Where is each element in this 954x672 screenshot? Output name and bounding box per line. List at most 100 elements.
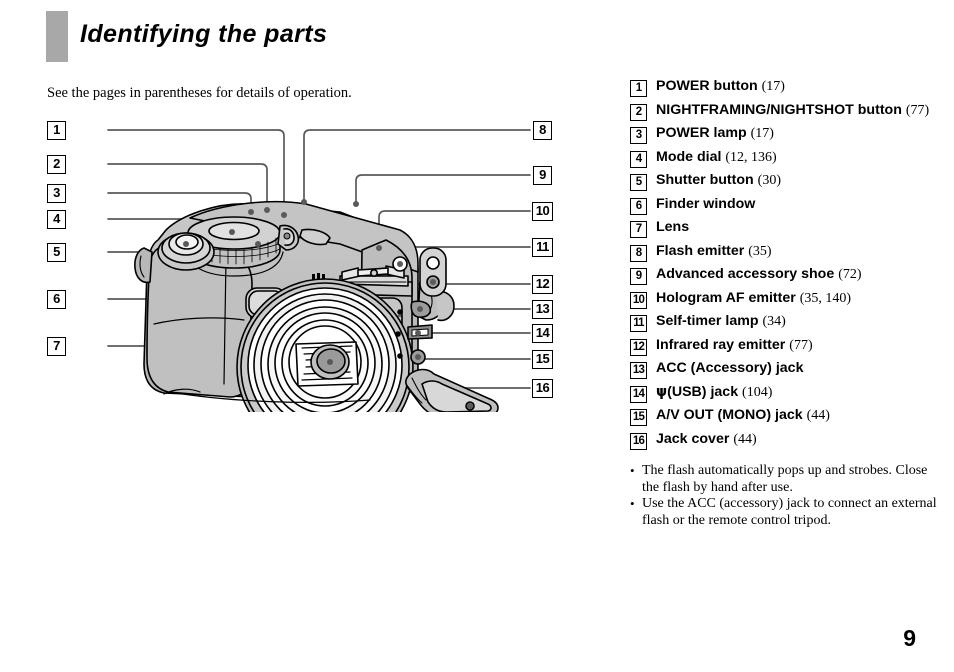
legend-pages-3: (17) xyxy=(750,126,774,141)
legend-pages-16: (44) xyxy=(733,431,757,447)
legend-label-text-5: Shutter button xyxy=(656,172,754,188)
legend-item-9[interactable]: 9 Advanced accessory shoe (72) xyxy=(630,266,946,285)
figure-callout-4[interactable]: 4 xyxy=(47,210,66,229)
figure-callout-1[interactable]: 1 xyxy=(47,121,66,140)
legend-label-3: POWER lamp (17) xyxy=(656,125,774,143)
figure-callout-5[interactable]: 5 xyxy=(47,243,66,262)
bullet-icon: • xyxy=(630,463,635,478)
legend-label-13: ACC (Accessory) jack xyxy=(656,360,803,378)
legend-item-5[interactable]: 5 Shutter button (30) xyxy=(630,172,946,191)
legend-number-5: 5 xyxy=(630,174,647,191)
legend-pages-2: (77) xyxy=(905,102,930,118)
legend-label-text-1: POWER button xyxy=(656,78,758,94)
legend-label-text-10: Hologram AF emitter xyxy=(656,289,796,306)
legend-item-4[interactable]: 4 Mode dial (12, 136) xyxy=(630,149,946,168)
legend-label-text-6: Finder window xyxy=(656,195,756,212)
intro-paragraph: See the pages in parentheses for details… xyxy=(47,85,352,101)
figure-callout-3[interactable]: 3 xyxy=(47,184,66,203)
legend-pages-15: (44) xyxy=(806,408,830,423)
figure-callout-8[interactable]: 8 xyxy=(533,121,552,140)
legend-label-text-16: Jack cover xyxy=(656,430,730,447)
legend-pages-1: (17) xyxy=(761,79,785,94)
legend-label-text-7: Lens xyxy=(656,219,690,235)
camera-illustration xyxy=(107,129,531,412)
legend-label-text-8: Flash emitter xyxy=(656,242,745,259)
legend-label-text-15: A/V OUT (MONO) jack xyxy=(656,407,803,423)
page-number: 9 xyxy=(903,625,916,651)
legend-label-text-11: Self-timer lamp xyxy=(656,313,759,329)
legend-label-text-4: Mode dial xyxy=(656,148,722,165)
legend-item-2[interactable]: 2 NIGHTFRAMING/NIGHTSHOT button (77) xyxy=(630,102,946,121)
legend-label-14: ψ(USB) jack (104) xyxy=(656,384,772,402)
legend-number-1: 1 xyxy=(630,80,647,97)
legend-item-14[interactable]: 14 ψ(USB) jack (104) xyxy=(630,384,946,403)
figure-callout-2[interactable]: 2 xyxy=(47,155,66,174)
note-text-2: Use the ACC (accessory) jack to connect … xyxy=(642,496,937,528)
figure-callout-15[interactable]: 15 xyxy=(532,350,553,369)
legend-number-14: 14 xyxy=(630,385,647,403)
figure-callout-14[interactable]: 14 xyxy=(532,324,553,343)
legend-number-9: 9 xyxy=(630,268,647,285)
legend-pages-11: (34) xyxy=(762,314,786,329)
legend-pages-9: (72) xyxy=(838,267,862,282)
legend-label-text-2: NIGHTFRAMING/NIGHTSHOT button xyxy=(656,101,902,118)
legend-number-6: 6 xyxy=(630,197,647,215)
legend-number-7: 7 xyxy=(630,221,647,238)
legend-label-16: Jack cover (44) xyxy=(656,431,757,449)
legend-item-12[interactable]: 12 Infrared ray emitter (77) xyxy=(630,337,946,356)
legend-label-text-13: ACC (Accessory) jack xyxy=(656,360,804,376)
legend-number-4: 4 xyxy=(630,150,647,168)
legend-label-12: Infrared ray emitter (77) xyxy=(656,337,813,355)
figure-callout-10[interactable]: 10 xyxy=(532,202,553,221)
figure-callout-11[interactable]: 11 xyxy=(532,238,553,257)
legend-label-2: NIGHTFRAMING/NIGHTSHOT button (77) xyxy=(656,102,929,120)
legend-pages-5: (30) xyxy=(757,173,781,188)
legend-label-10: Hologram AF emitter (35, 140) xyxy=(656,290,851,308)
note-item-2: • Use the ACC (accessory) jack to connec… xyxy=(630,496,942,529)
parts-legend-list: 1 POWER button (17) 2 NIGHTFRAMING/NIGHT… xyxy=(630,78,946,454)
legend-label-7: Lens xyxy=(656,219,689,237)
legend-label-text-3: POWER lamp xyxy=(656,125,747,141)
legend-label-4: Mode dial (12, 136) xyxy=(656,149,777,167)
note-text-1: The flash automatically pops up and stro… xyxy=(642,463,928,495)
legend-label-6: Finder window xyxy=(656,196,755,214)
legend-pages-4: (12, 136) xyxy=(725,149,777,165)
legend-item-13[interactable]: 13 ACC (Accessory) jack xyxy=(630,360,946,379)
legend-number-16: 16 xyxy=(630,432,647,450)
legend-number-11: 11 xyxy=(630,315,647,332)
legend-label-5: Shutter button (30) xyxy=(656,172,781,190)
legend-number-15: 15 xyxy=(630,409,647,426)
legend-item-15[interactable]: 15 A/V OUT (MONO) jack (44) xyxy=(630,407,946,426)
legend-number-12: 12 xyxy=(630,338,647,356)
legend-item-16[interactable]: 16 Jack cover (44) xyxy=(630,431,946,450)
legend-pages-10: (35, 140) xyxy=(799,290,852,306)
legend-item-1[interactable]: 1 POWER button (17) xyxy=(630,78,946,97)
legend-item-7[interactable]: 7 Lens xyxy=(630,219,946,238)
camera-figure: 1 2 3 4 5 6 7 8 9 10 11 12 13 14 15 16 xyxy=(40,112,570,412)
legend-label-11: Self-timer lamp (34) xyxy=(656,313,786,331)
bullet-icon: • xyxy=(630,496,635,511)
legend-number-8: 8 xyxy=(630,244,647,262)
figure-callout-6[interactable]: 6 xyxy=(47,290,66,309)
legend-label-text-14: (USB) jack xyxy=(667,383,739,400)
figure-callout-7[interactable]: 7 xyxy=(47,337,66,356)
section-accent-bar xyxy=(46,11,68,62)
legend-label-9: Advanced accessory shoe (72) xyxy=(656,266,862,284)
legend-label-15: A/V OUT (MONO) jack (44) xyxy=(656,407,830,425)
legend-label-text-9: Advanced accessory shoe xyxy=(656,266,835,282)
legend-pages-8: (35) xyxy=(748,243,772,259)
figure-callout-13[interactable]: 13 xyxy=(532,300,553,319)
page-title: Identifying the parts xyxy=(80,20,328,48)
usb-trident-icon: ψ xyxy=(656,383,668,400)
figure-callout-16[interactable]: 16 xyxy=(532,379,553,398)
legend-item-3[interactable]: 3 POWER lamp (17) xyxy=(630,125,946,144)
legend-pages-12: (77) xyxy=(789,337,813,353)
legend-item-11[interactable]: 11 Self-timer lamp (34) xyxy=(630,313,946,332)
figure-callout-12[interactable]: 12 xyxy=(532,275,553,294)
legend-item-10[interactable]: 10 Hologram AF emitter (35, 140) xyxy=(630,290,946,309)
legend-number-13: 13 xyxy=(630,362,647,379)
legend-item-6[interactable]: 6 Finder window xyxy=(630,196,946,215)
legend-number-2: 2 xyxy=(630,103,647,121)
figure-callout-9[interactable]: 9 xyxy=(533,166,552,185)
legend-item-8[interactable]: 8 Flash emitter (35) xyxy=(630,243,946,262)
